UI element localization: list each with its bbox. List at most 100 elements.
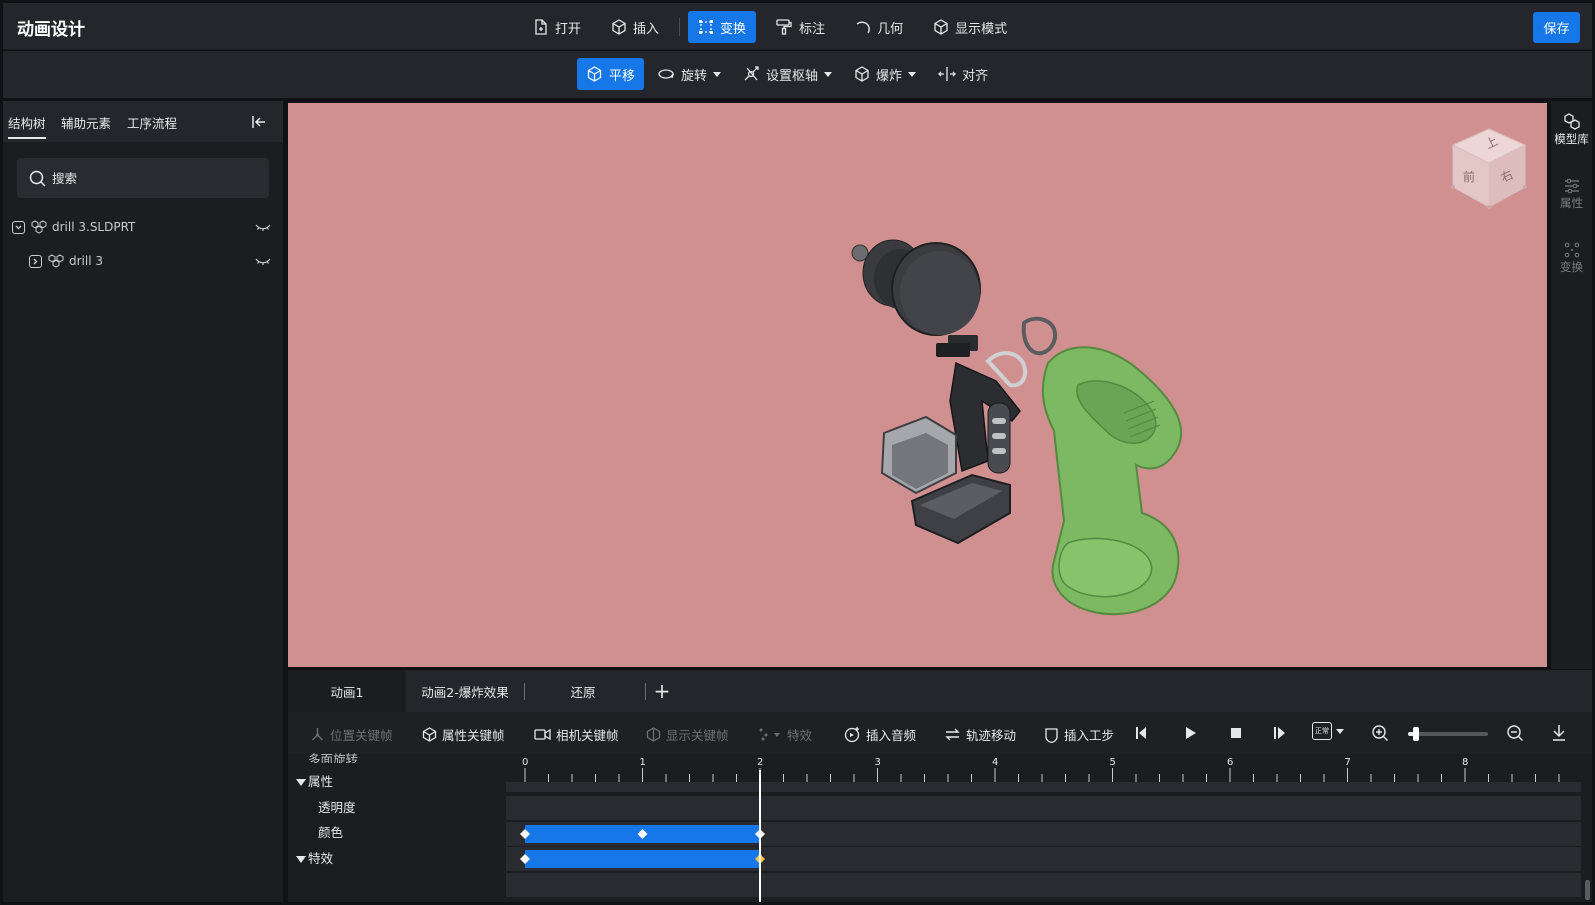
- tab-animation-1[interactable]: 动画1: [288, 670, 406, 712]
- explode-button[interactable]: 爆炸: [845, 58, 925, 90]
- top-header: 动画设计 打开 插入 变换 标注 几何 显示模式 保存: [3, 3, 1592, 50]
- left-panel: 结构树 辅助元素 工序流程 drill 3.SLDPRT drill 3: [3, 101, 283, 902]
- eye-closed-icon[interactable]: [255, 256, 271, 266]
- chevron-down-icon: [908, 71, 917, 77]
- set-pivot-button[interactable]: 设置枢轴: [734, 58, 841, 90]
- housing-shell-part[interactable]: [1041, 346, 1183, 616]
- 3d-viewport[interactable]: 上 前 右: [288, 103, 1547, 667]
- collapse-panel-icon[interactable]: [251, 114, 267, 130]
- menu-open-button[interactable]: 打开: [523, 11, 591, 43]
- audio-icon: [844, 727, 860, 743]
- time-ruler[interactable]: 0 1 2 3 4 5 6 7 8: [506, 754, 1581, 784]
- menu-geometry-button[interactable]: 几何: [845, 11, 913, 43]
- property-keyframe-label: 属性关键帧: [442, 728, 505, 743]
- menu-display-mode-label: 显示模式: [955, 21, 1008, 37]
- ruler-tick-label: 8: [1462, 757, 1468, 768]
- play-icon[interactable]: [1182, 725, 1198, 741]
- rail-transform[interactable]: 变换: [1551, 241, 1592, 275]
- motor-core-part[interactable]: [949, 351, 1027, 474]
- save-button[interactable]: 保存: [1533, 12, 1580, 43]
- app-window: 动画设计 打开 插入 变换 标注 几何 显示模式 保存 平移 旋转 设置枢轴 爆…: [0, 0, 1595, 905]
- paint-roller-icon: [776, 19, 792, 35]
- zoom-slider[interactable]: [1408, 727, 1488, 741]
- zoom-slider-thumb[interactable]: [1413, 727, 1419, 741]
- cube-plus-icon: [612, 19, 626, 35]
- rail-model-library[interactable]: 模型库: [1551, 113, 1592, 147]
- sliders-icon: [1564, 178, 1579, 194]
- keyframe-layer[interactable]: [506, 784, 1581, 902]
- tab-structure-tree[interactable]: 结构树: [8, 113, 46, 139]
- insert-audio-button[interactable]: 插入音频: [844, 725, 916, 744]
- menu-display-mode-button[interactable]: 显示模式: [923, 11, 1017, 43]
- eye-closed-icon[interactable]: [255, 222, 271, 232]
- rail-model-library-label: 模型库: [1554, 132, 1589, 146]
- insert-step-label: 插入工步: [1064, 728, 1115, 743]
- ruler-tick-label: 5: [1110, 757, 1116, 768]
- display-keyframe-button[interactable]: 显示关键帧: [646, 725, 729, 744]
- tree-toggle-collapse[interactable]: [12, 220, 25, 234]
- tree-node-child[interactable]: drill 3: [3, 249, 283, 273]
- speed-selector[interactable]: 正常: [1312, 722, 1344, 740]
- step-forward-icon[interactable]: [1272, 725, 1288, 741]
- rail-transform-label: 变换: [1560, 260, 1583, 274]
- explode-label: 爆炸: [876, 68, 903, 84]
- tree-node-root[interactable]: drill 3.SLDPRT: [3, 215, 283, 239]
- tree-node-label: drill 3.SLDPRT: [52, 220, 136, 234]
- rail-properties-label: 属性: [1560, 196, 1583, 210]
- playhead[interactable]: [759, 770, 761, 902]
- track-area[interactable]: [506, 782, 1581, 902]
- transform-tools: 平移 旋转 设置枢轴 爆炸 对齐: [577, 58, 1001, 90]
- track-group-effects[interactable]: 特效: [296, 848, 333, 867]
- add-tab-button[interactable]: +: [648, 670, 676, 712]
- tab-auxiliary-elements[interactable]: 辅助元素: [61, 113, 111, 132]
- position-keyframe-button[interactable]: 位置关键帧: [310, 725, 393, 744]
- assembly-icon: [48, 254, 64, 268]
- caret-down-icon: [296, 779, 306, 786]
- search-input[interactable]: [52, 170, 242, 186]
- track-label-opacity: 透明度: [318, 800, 356, 815]
- track-group-properties[interactable]: 属性: [296, 771, 333, 790]
- zoom-in-icon[interactable]: [1371, 724, 1389, 742]
- chuck-part[interactable]: [851, 239, 981, 336]
- transform-toolbar: 平移 旋转 设置枢轴 爆炸 对齐: [3, 51, 1592, 98]
- move-cube-icon: [587, 66, 602, 82]
- menu-insert-button[interactable]: 插入: [601, 11, 669, 43]
- tab-process-flow[interactable]: 工序流程: [127, 113, 177, 132]
- insert-step-button[interactable]: 插入工步: [1044, 725, 1114, 744]
- rotate-button[interactable]: 旋转: [648, 58, 730, 90]
- explode-icon: [855, 66, 869, 82]
- align-label: 对齐: [962, 68, 989, 84]
- effects-label: 特效: [787, 728, 813, 743]
- animation-timeline-panel: 动画1 动画2-爆炸效果 还原 + 位置关键帧 属性关键帧 相机关键帧 显示关键: [288, 670, 1592, 902]
- align-button[interactable]: 对齐: [929, 58, 997, 90]
- tab-restore[interactable]: 还原: [524, 670, 642, 712]
- zoom-out-icon[interactable]: [1506, 724, 1524, 742]
- tree-toggle-expand[interactable]: [29, 254, 42, 268]
- path-move-label: 轨迹移动: [966, 728, 1017, 743]
- keyframe-span-bar[interactable]: [525, 850, 760, 868]
- timeline-scrollbar[interactable]: [1585, 880, 1590, 900]
- camera-keyframe-button[interactable]: 相机关键帧: [534, 725, 619, 744]
- navigation-cube[interactable]: 上 前 右: [1449, 127, 1529, 211]
- file-plus-icon: [535, 19, 547, 35]
- tab-animation-2[interactable]: 动画2-爆炸效果: [406, 670, 524, 712]
- stop-icon[interactable]: [1228, 725, 1244, 741]
- step-back-icon[interactable]: [1134, 725, 1150, 741]
- tree-node-label: drill 3: [69, 254, 104, 268]
- search-box[interactable]: [17, 158, 269, 198]
- camera-keyframe-label: 相机关键帧: [556, 728, 619, 743]
- time-ruler-ticks: 0 1 2 3 4 5 6 7 8: [522, 757, 1560, 782]
- menu-transform-button[interactable]: 变换: [688, 11, 757, 43]
- ruler-tick-label: 3: [875, 757, 881, 768]
- path-move-button[interactable]: 轨迹移动: [944, 725, 1016, 744]
- main-menu: 打开 插入 变换 标注 几何 显示模式: [523, 11, 1027, 43]
- effects-button[interactable]: 特效: [758, 725, 812, 744]
- menu-annotate-button[interactable]: 标注: [766, 11, 835, 43]
- navcube-front-label[interactable]: 前: [1463, 169, 1475, 184]
- translate-label: 平移: [609, 68, 636, 84]
- exploded-drill-model[interactable]: [288, 103, 1547, 667]
- rail-properties[interactable]: 属性: [1551, 177, 1592, 211]
- property-keyframe-button[interactable]: 属性关键帧: [422, 725, 505, 744]
- translate-button[interactable]: 平移: [577, 58, 645, 90]
- download-icon[interactable]: [1551, 724, 1567, 742]
